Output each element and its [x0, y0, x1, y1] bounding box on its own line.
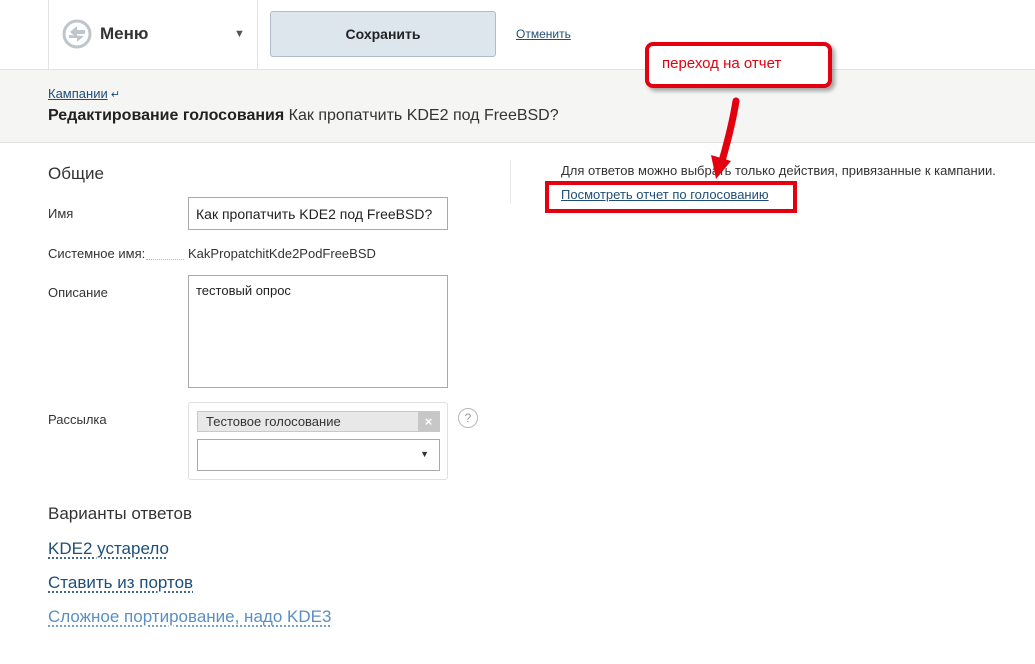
top-bar: Меню ▼ Сохранить Отменить [0, 0, 1035, 70]
chevron-down-icon: ▼ [234, 28, 245, 40]
system-name-value: KakPropatchitKde2PodFreeBSD [188, 246, 376, 261]
annotation-callout: переход на отчет [645, 42, 832, 88]
return-arrow-icon: ↵ [110, 89, 120, 101]
breadcrumb: Кампании ↵ [48, 86, 120, 101]
cancel-link[interactable]: Отменить [516, 27, 571, 41]
page-header: Кампании ↵ Редактирование голосования Как… [0, 70, 1035, 143]
logo-icon [62, 19, 92, 49]
answer-link[interactable]: KDE2 устарело [48, 539, 169, 559]
breadcrumb-campaigns-link[interactable]: Кампании [48, 86, 108, 101]
system-name-label: Системное имя: [48, 246, 146, 261]
dropdown-caret-icon: ▼ [420, 449, 429, 459]
general-section-title: Общие [48, 164, 104, 183]
page-title: Редактирование голосования Как пропатчит… [48, 107, 559, 125]
info-text: Для ответов можно выбрать только действи… [561, 163, 996, 178]
description-textarea[interactable]: тестовый опрос [188, 275, 448, 388]
answers-section-title: Варианты ответов [48, 504, 192, 523]
mailing-selector: Тестовое голосование × ▼ [188, 402, 448, 480]
mailing-tag-label: Тестовое голосование [206, 414, 341, 429]
dotted-leader [146, 259, 184, 260]
remove-tag-icon[interactable]: × [418, 412, 439, 431]
answer-link[interactable]: Ставить из портов [48, 573, 193, 593]
page-title-action: Редактирование голосования [48, 107, 285, 124]
help-icon[interactable]: ? [458, 408, 478, 428]
menu-button[interactable]: Меню ▼ [48, 0, 258, 69]
name-label: Имя [48, 206, 74, 221]
view-report-link[interactable]: Посмотреть отчет по голосованию [561, 187, 769, 202]
annotation-arrow-icon [711, 97, 740, 179]
answer-link[interactable]: Сложное портирование, надо KDE3 [48, 607, 331, 627]
mailing-tag: Тестовое голосование × [197, 411, 440, 432]
mailing-label: Рассылка [48, 412, 107, 427]
page-title-poll-name: Как пропатчить KDE2 под FreeBSD? [288, 107, 559, 124]
menu-label: Меню [100, 24, 149, 43]
mailing-dropdown[interactable]: ▼ [197, 439, 440, 471]
description-label: Описание [48, 285, 108, 300]
column-divider [510, 160, 511, 204]
save-button[interactable]: Сохранить [270, 11, 496, 57]
name-input[interactable]: Как пропатчить KDE2 под FreeBSD? [188, 197, 448, 230]
